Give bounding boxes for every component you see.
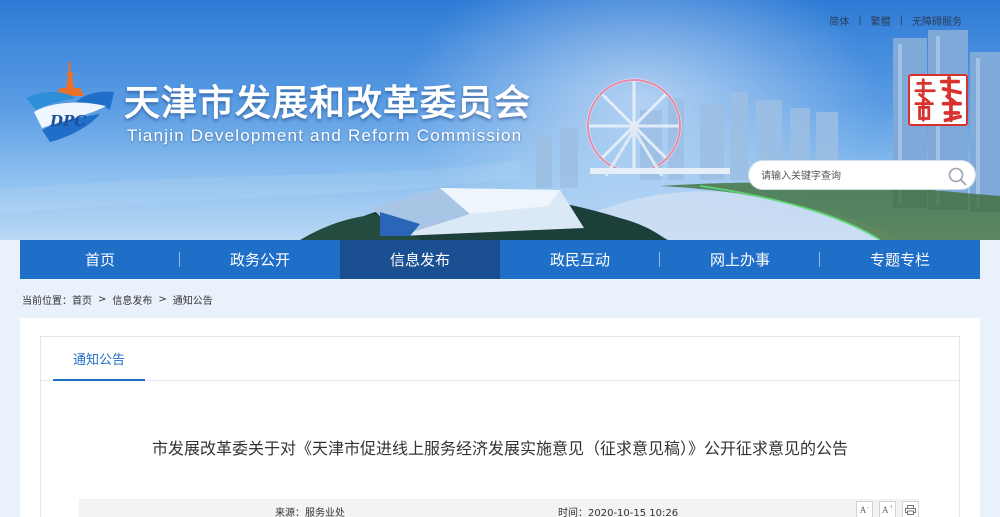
nav-item-label: 政务公开	[229, 251, 290, 269]
nav-item-label: 专题专栏	[869, 251, 930, 269]
dpc-logo[interactable]: DPC	[22, 58, 118, 146]
search-box	[748, 160, 976, 190]
search-input[interactable]	[761, 167, 941, 185]
logo-dpc-text: DPC	[49, 112, 86, 130]
article-container: 通知公告 市发展改革委关于对《天津市促进线上服务经济发展实施意见（征求意见稿）》…	[40, 336, 960, 517]
nav-item-public-interaction[interactable]: 政民互动	[500, 240, 660, 279]
top-link-separator: |	[858, 15, 862, 26]
accessibility-link[interactable]: 无障碍服务	[912, 13, 962, 28]
breadcrumb-home[interactable]: 首页	[72, 292, 92, 307]
tab-notices[interactable]: 通知公告	[53, 337, 145, 381]
nav-item-home[interactable]: 首页	[20, 240, 180, 279]
nav-item-government-affairs[interactable]: 政务公开	[180, 240, 340, 279]
article-meta-bar: 来源：服务业处 时间：2020-10-15 10:26 A- A+	[79, 499, 919, 517]
nav-item-label: 政民互动	[549, 251, 610, 269]
font-decrease-icon: A-	[859, 504, 870, 515]
nav-item-label: 信息发布	[389, 251, 450, 269]
site-title: 天津市发展和改革委员会	[124, 82, 532, 124]
font-increase-button[interactable]: A+	[879, 501, 896, 517]
nav-item-label: 网上办事	[709, 251, 770, 269]
breadcrumb-notices[interactable]: 通知公告	[173, 292, 213, 307]
government-seal-logo[interactable]	[908, 74, 968, 126]
print-icon	[905, 504, 916, 515]
content-panel: 通知公告 市发展改革委关于对《天津市促进线上服务经济发展实施意见（征求意见稿）》…	[20, 318, 980, 517]
simplified-chinese-link[interactable]: 简体	[829, 13, 849, 28]
article-time: 时间：2020-10-15 10:26	[558, 508, 679, 517]
site-subtitle: Tianjin Development and Reform Commissio…	[127, 126, 523, 145]
article-title: 市发展改革委关于对《天津市促进线上服务经济发展实施意见（征求意见稿）》公开征求意…	[151, 439, 848, 458]
traditional-chinese-link[interactable]: 繁體	[871, 13, 891, 28]
header-banner: 简体 | 繁體 | 无障碍服务 DPC 天津市发展和改革委员会 Tianjin …	[0, 0, 1000, 240]
breadcrumb-prefix: 当前位置：	[22, 296, 72, 307]
nav-item-online-services[interactable]: 网上办事	[660, 240, 820, 279]
breadcrumb: 当前位置： 首页 > 信息发布 > 通知公告	[22, 292, 213, 307]
top-links: 简体 | 繁體 | 无障碍服务	[829, 13, 962, 28]
main-nav: 首页 政务公开 信息发布 政民互动 网上办事 专题专栏	[20, 240, 980, 279]
article-tools: A- A+	[850, 501, 919, 517]
section-tab-row: 通知公告	[41, 337, 959, 381]
print-button[interactable]	[902, 501, 919, 517]
font-decrease-button[interactable]: A-	[856, 501, 873, 517]
search-icon[interactable]	[947, 166, 967, 186]
nav-item-special-topics[interactable]: 专题专栏	[820, 240, 980, 279]
breadcrumb-information-release[interactable]: 信息发布	[112, 292, 152, 307]
article-source: 来源：服务业处	[275, 508, 345, 517]
top-link-separator: |	[899, 15, 903, 26]
breadcrumb-separator: >	[98, 294, 107, 305]
nav-item-label: 首页	[84, 251, 115, 269]
font-increase-icon: A+	[882, 504, 893, 515]
nav-item-information-release[interactable]: 信息发布	[340, 240, 500, 279]
breadcrumb-separator: >	[158, 294, 167, 305]
